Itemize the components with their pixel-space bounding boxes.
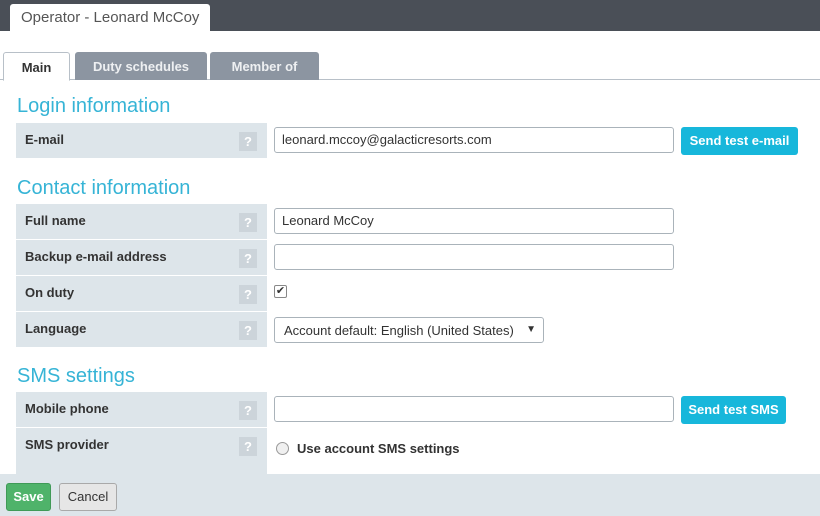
email-label: E-mail bbox=[25, 132, 65, 147]
help-icon[interactable]: ? bbox=[239, 437, 257, 456]
language-row-label: Language ? bbox=[16, 312, 267, 347]
window-title-tab: Operator - Leonard McCoy bbox=[10, 4, 211, 31]
help-icon[interactable]: ? bbox=[239, 213, 257, 232]
help-icon[interactable]: ? bbox=[239, 249, 257, 268]
tab-member-of[interactable]: Member of bbox=[210, 52, 319, 80]
language-select[interactable]: Account default: English (United States)… bbox=[274, 317, 544, 343]
backup-email-field[interactable] bbox=[274, 244, 674, 270]
help-icon[interactable]: ? bbox=[239, 321, 257, 340]
language-select-value: Account default: English (United States) bbox=[284, 323, 514, 338]
email-row-label: E-mail ? bbox=[16, 123, 267, 158]
language-label: Language bbox=[25, 321, 87, 336]
dropdown-caret-icon: ▼ bbox=[526, 324, 536, 335]
cancel-button[interactable]: Cancel bbox=[59, 483, 117, 511]
section-title-login: Login information bbox=[17, 95, 171, 117]
backup-email-label: Backup e-mail address bbox=[25, 249, 167, 264]
tab-bar: Main Duty schedules Member of bbox=[0, 52, 820, 81]
mobile-phone-field[interactable] bbox=[274, 396, 674, 422]
tab-duty-schedules[interactable]: Duty schedules bbox=[75, 52, 207, 80]
full-name-row-label: Full name ? bbox=[16, 204, 267, 239]
window-title-bar: Operator - Leonard McCoy bbox=[0, 0, 820, 31]
help-icon[interactable]: ? bbox=[239, 401, 257, 420]
save-button[interactable]: Save bbox=[6, 483, 51, 511]
on-duty-row-label: On duty ? bbox=[16, 276, 267, 311]
use-account-sms-settings-label[interactable]: Use account SMS settings bbox=[297, 441, 460, 456]
on-duty-checkbox[interactable]: ✔ bbox=[274, 285, 287, 298]
section-title-sms: SMS settings bbox=[17, 365, 135, 387]
form-footer: Save Cancel bbox=[0, 474, 820, 516]
send-test-sms-button[interactable]: Send test SMS bbox=[681, 396, 786, 424]
backup-email-row-label: Backup e-mail address ? bbox=[16, 240, 267, 275]
section-title-contact: Contact information bbox=[17, 177, 191, 199]
sms-provider-label: SMS provider bbox=[25, 437, 109, 452]
mobile-phone-label: Mobile phone bbox=[25, 401, 109, 416]
tab-main[interactable]: Main bbox=[3, 52, 70, 81]
help-icon[interactable]: ? bbox=[239, 285, 257, 304]
full-name-label: Full name bbox=[25, 213, 86, 228]
mobile-phone-row-label: Mobile phone ? bbox=[16, 392, 267, 427]
help-icon[interactable]: ? bbox=[239, 132, 257, 151]
on-duty-label: On duty bbox=[25, 285, 75, 300]
email-field[interactable]: leonard.mccoy@galacticresorts.com bbox=[274, 127, 674, 153]
send-test-email-button[interactable]: Send test e-mail bbox=[681, 127, 798, 155]
full-name-field[interactable]: Leonard McCoy bbox=[274, 208, 674, 234]
sms-provider-row-label: SMS provider ? bbox=[16, 428, 267, 474]
use-account-sms-settings-radio[interactable] bbox=[276, 442, 289, 455]
